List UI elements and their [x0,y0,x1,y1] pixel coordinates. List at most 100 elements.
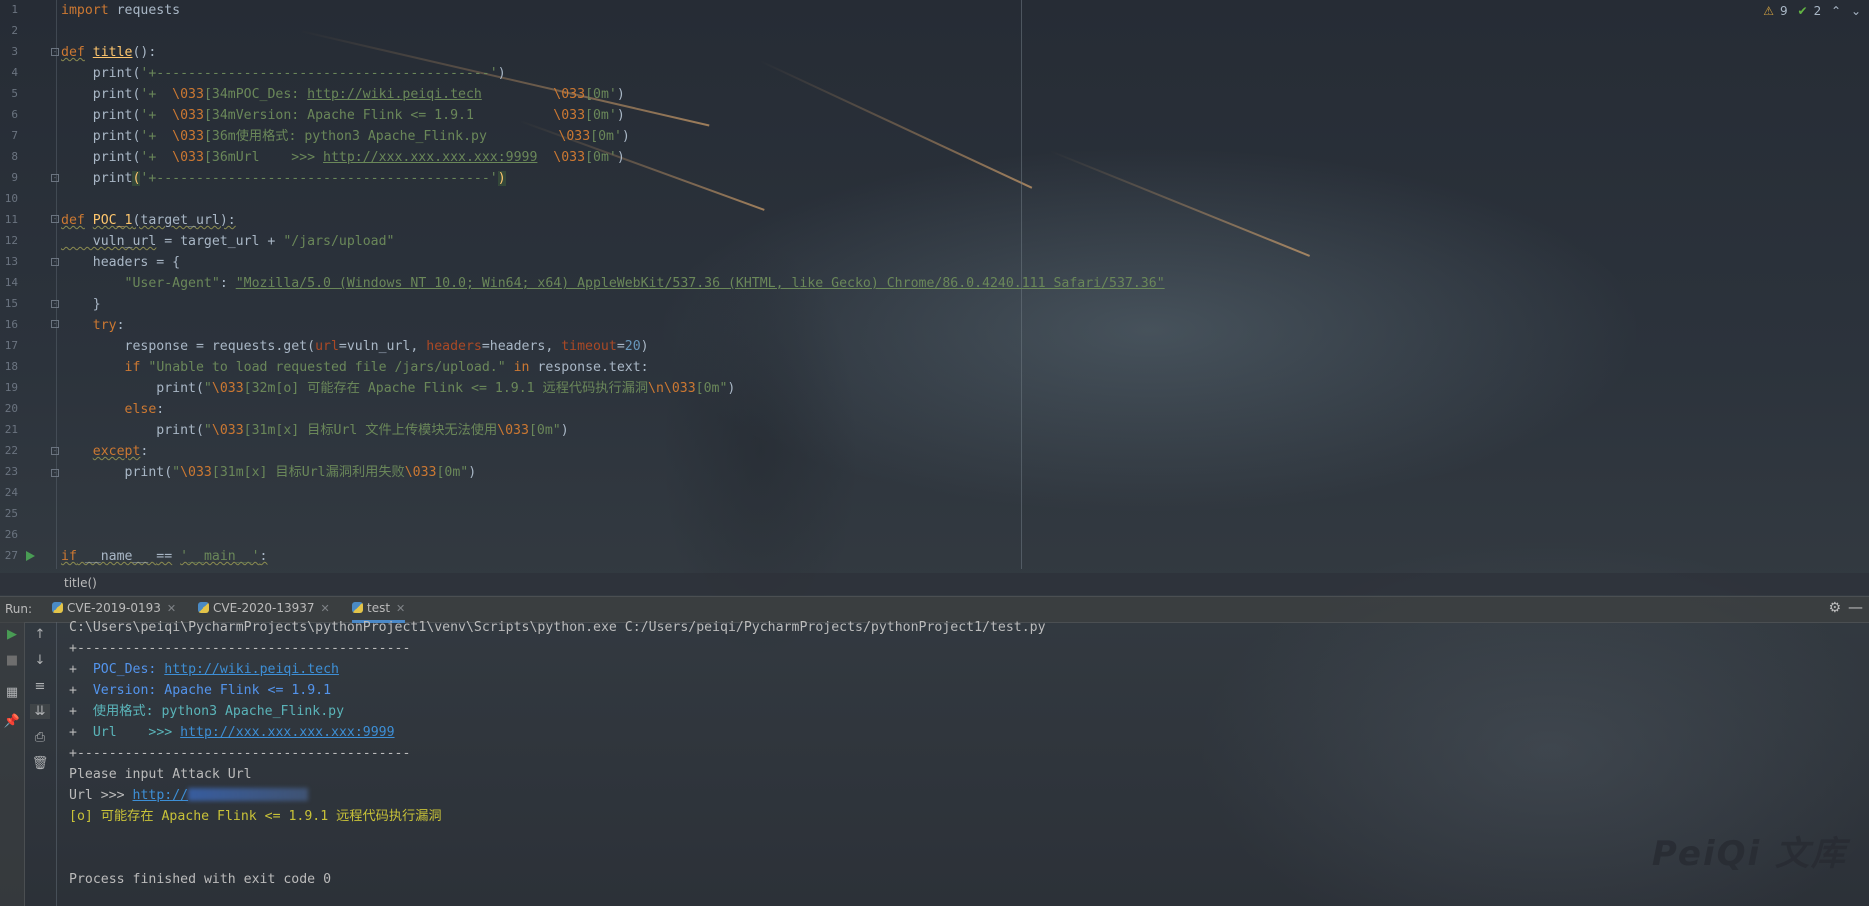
fold-marker[interactable]: - [51,469,59,477]
line-number: 23 [4,465,18,478]
line-number: 27 [4,549,18,562]
code-line-11: def POC_1(target_url): [61,213,236,228]
run-icon[interactable]: ▶ [2,627,22,642]
python-file-icon [198,602,209,613]
line-number: 6 [11,108,18,121]
ok-count: 2 [1813,4,1822,18]
watermark: PeiQi 文库 [1651,834,1847,874]
up-arrow-icon[interactable]: ↑ [30,627,50,642]
code-line-15: } [61,297,101,312]
tab-label: CVE-2019-0193 [67,601,161,615]
line-number: 18 [4,360,18,373]
fold-marker[interactable]: - [51,258,59,266]
console-prompt: Please input Attack Url [69,767,252,782]
fold-marker[interactable]: - [51,48,59,56]
code-line-16: try: [92,318,125,333]
code-line-1: import requests [61,3,181,18]
chevron-up-icon[interactable]: ⌃ [1831,4,1841,18]
breadcrumb-item[interactable]: title() [64,576,97,590]
print-icon[interactable]: ⎙ [30,730,50,745]
console-link[interactable]: http:// [133,788,189,803]
code-line-5: print('+ \033[34mPOC_Des: http://wiki.pe… [61,87,625,102]
line-number: 5 [11,87,18,100]
code-line-4: print('+--------------------------------… [61,66,506,81]
layout-icon[interactable]: ▦ [2,685,22,700]
tab-label: test [367,601,391,615]
console-link[interactable]: http://xxx.xxx.xxx.xxx:9999 [180,725,394,740]
line-number: 12 [4,234,18,247]
scroll-end-icon[interactable]: ⇊ [30,704,50,719]
chevron-down-icon[interactable]: ⌄ [1851,4,1861,18]
console-border: +---------------------------------------… [69,746,411,761]
soft-wrap-icon[interactable]: ≡ [30,679,50,694]
line-number: 20 [4,402,18,415]
fold-marker[interactable]: - [51,174,59,182]
line-number: 1 [11,3,18,16]
console-link[interactable]: http://wiki.peiqi.tech [164,662,339,677]
close-icon[interactable]: ✕ [396,602,405,615]
line-number: 7 [11,129,18,142]
redacted-url [188,788,309,801]
python-file-icon [352,602,363,613]
code-line-27: if __name__ == '__main__': [61,549,268,564]
run-toolbar-right: ↑ ↓ ≡ ⇊ ⎙ 🗑 [24,622,57,906]
console-des: + POC_Des: http://wiki.peiqi.tech [69,662,339,677]
close-icon[interactable]: ✕ [167,602,176,615]
run-label: Run: [5,602,33,616]
code-line-18: if "Unable to load requested file /jars/… [124,360,649,375]
code-line-9: print('+--------------------------------… [61,171,506,186]
console-url: + Url >>> http://xxx.xxx.xxx.xxx:9999 [69,725,395,740]
line-number: 9 [11,171,18,184]
fold-marker[interactable]: - [51,320,59,328]
code-line-12: vuln_url = target_url + "/jars/upload" [61,234,395,249]
line-number: 3 [11,45,18,58]
line-number: 17 [4,339,18,352]
down-arrow-icon[interactable]: ↓ [30,653,50,668]
line-number: 24 [4,486,18,499]
console-version: + Version: Apache Flink <= 1.9.1 [69,683,332,698]
code-line-7: print('+ \033[36m使用格式: python3 Apache_Fl… [61,129,630,144]
fold-marker[interactable]: - [51,447,59,455]
line-number: 19 [4,381,18,394]
console-border: +---------------------------------------… [69,641,411,656]
code-line-21: print("\033[31m[x] 目标Url 文件上传模块无法使用\033[… [61,423,569,438]
minimize-icon[interactable]: — [1848,598,1863,616]
line-number: 11 [4,213,18,226]
line-number: 10 [4,192,18,205]
console-exit-message: Process finished with exit code 0 [69,872,332,887]
code-line-17: response = requests.get(url=vuln_url, he… [61,339,649,354]
line-number: 4 [11,66,18,79]
line-number: 25 [4,507,18,520]
line-number: 15 [4,297,18,310]
check-icon: ✔ [1797,4,1808,18]
console-usage: + 使用格式: python3 Apache_Flink.py [69,704,345,719]
python-file-icon [52,602,63,613]
run-toolbar-left: ▶ ■ ▦ 📌 [0,622,25,906]
line-number: 8 [11,150,18,163]
fold-marker[interactable]: - [51,300,59,308]
fold-marker[interactable]: - [51,215,59,223]
code-line-19: print("\033[32m[o] 可能存在 Apache Flink <= … [61,381,736,396]
trash-icon[interactable]: 🗑 [30,756,50,771]
breadcrumb[interactable]: title() [0,573,1869,595]
line-number: 26 [4,528,18,541]
code-line-23: print("\033[31m[x] 目标Url漏洞利用失败\033[0m") [61,465,477,480]
line-number: 22 [4,444,18,457]
console-command: C:\Users\peiqi\PycharmProjects\pythonPro… [69,620,1046,635]
code-line-13: headers = { [61,255,181,270]
stop-icon[interactable]: ■ [2,653,22,668]
code-line-6: print('+ \033[34mVersion: Apache Flink <… [61,108,625,123]
console-result: [o] 可能存在 Apache Flink <= 1.9.1 远程代码执行漏洞 [69,809,442,824]
gear-icon[interactable]: ⚙ [1828,600,1841,616]
line-number: 13 [4,255,18,268]
tab-label: CVE-2020-13937 [213,601,315,615]
close-icon[interactable]: ✕ [321,602,330,615]
code-line-22: except: [92,444,149,459]
code-line-14: "User-Agent": "Mozilla/5.0 (Windows NT 1… [124,276,1165,291]
line-number: 16 [4,318,18,331]
run-gutter-icon[interactable] [26,551,35,561]
line-number: 14 [4,276,18,289]
pin-icon[interactable]: 📌 [2,714,22,729]
code-editor[interactable]: 1 2 3 4 5 6 7 8 9 10 11 12 13 14 15 16 17 18 19 20 21 22 23 24 2… [0,0,1869,569]
inspection-status[interactable]: ⚠ 9 ✔ 2 ⌃ ⌄ [1757,4,1861,18]
